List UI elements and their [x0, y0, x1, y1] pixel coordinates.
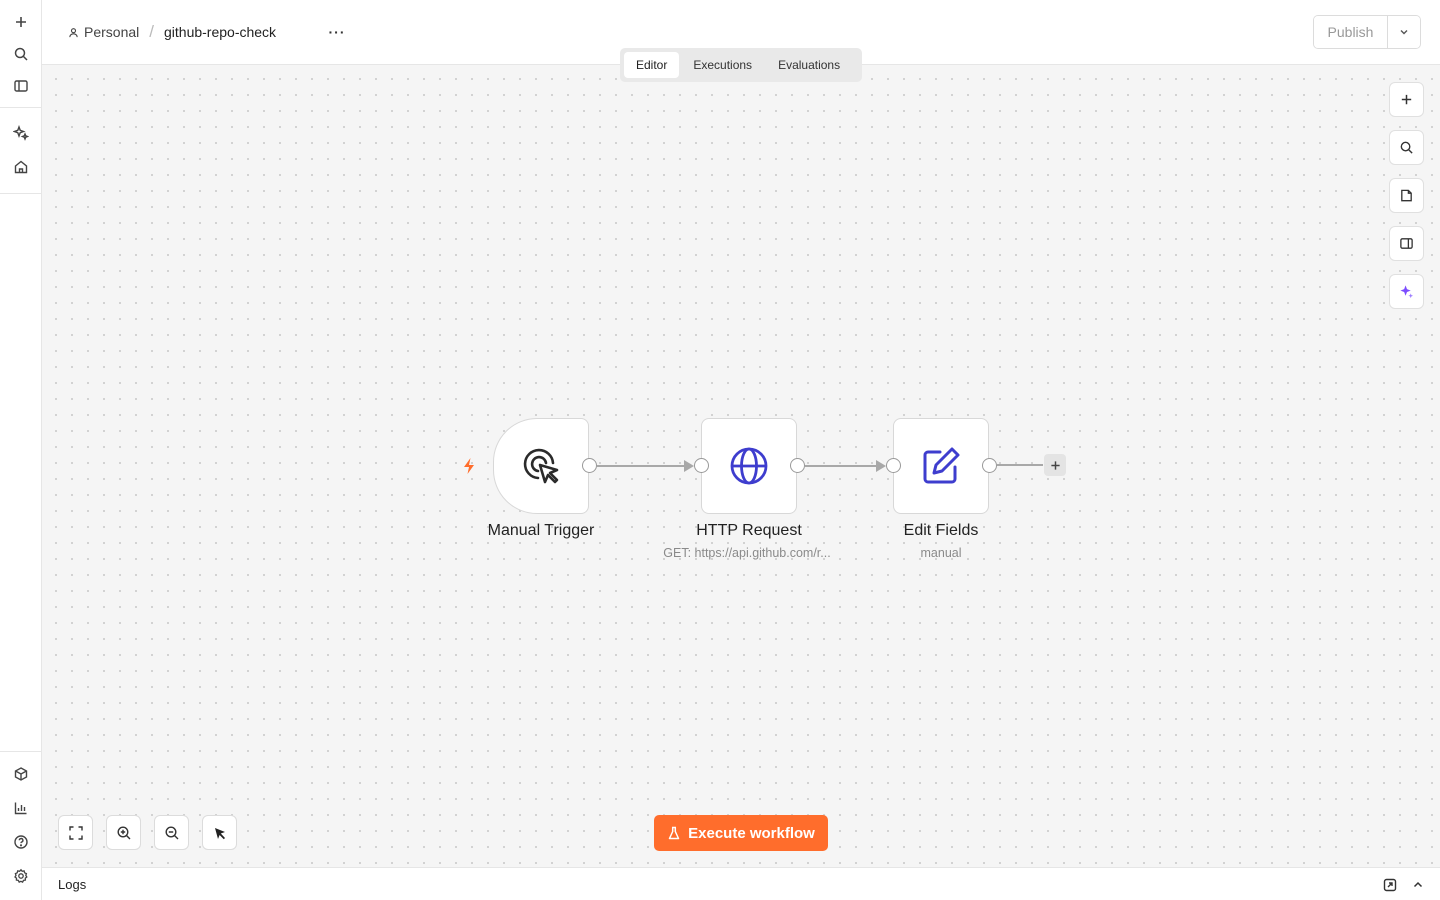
publish-dropdown-button[interactable] — [1388, 16, 1420, 48]
node-subtitle: manual — [920, 546, 962, 560]
panel-icon[interactable] — [9, 74, 33, 98]
pop-out-icon[interactable] — [1381, 876, 1399, 894]
search-nodes-button[interactable] — [1389, 130, 1424, 165]
pointer-mode-button[interactable] — [202, 815, 237, 850]
breadcrumb-project-label: Personal — [84, 24, 140, 40]
publish-button[interactable]: Publish — [1314, 16, 1388, 48]
plus-icon — [1401, 94, 1412, 105]
view-tabs: Editor Executions Evaluations — [620, 48, 862, 82]
ai-assistant-button[interactable] — [1389, 274, 1424, 309]
cursor-click-icon — [523, 448, 559, 484]
tab-executions[interactable]: Executions — [681, 52, 764, 78]
plus-icon — [1050, 460, 1060, 470]
home-icon[interactable] — [9, 155, 33, 179]
settings-icon[interactable] — [9, 864, 33, 888]
input-handle[interactable] — [886, 458, 901, 473]
node-subtitle: GET: https://api.github.com/r... — [663, 546, 831, 560]
output-handle[interactable] — [790, 458, 805, 473]
output-handle[interactable] — [582, 458, 597, 473]
breadcrumb-project[interactable]: Personal — [68, 24, 139, 40]
plus-icon[interactable] — [9, 10, 33, 34]
sidebar-divider — [0, 193, 41, 194]
breadcrumb: Personal / github-repo-check — [68, 22, 276, 42]
pointer-icon — [214, 827, 225, 839]
cube-icon[interactable] — [9, 762, 33, 786]
chevron-up-icon[interactable] — [1409, 876, 1427, 894]
zoom-in-button[interactable] — [106, 815, 141, 850]
node-manual-trigger[interactable] — [493, 418, 589, 514]
zoom-out-button[interactable] — [154, 815, 189, 850]
input-handle[interactable] — [694, 458, 709, 473]
node-label: Edit Fields — [903, 522, 979, 539]
sparkle-icon[interactable] — [9, 121, 33, 145]
execute-workflow-button[interactable]: Execute workflow — [654, 815, 828, 851]
node-http-request[interactable] — [701, 418, 797, 514]
user-icon — [69, 27, 78, 37]
node-label: HTTP Request — [696, 522, 802, 539]
ai-sparkle-icon — [1400, 285, 1414, 299]
breadcrumb-separator: / — [149, 22, 154, 41]
execute-workflow-label: Execute workflow — [688, 824, 815, 842]
chart-icon[interactable] — [9, 796, 33, 820]
panel-right-icon — [1400, 238, 1413, 249]
fit-view-button[interactable] — [58, 815, 93, 850]
tab-evaluations[interactable]: Evaluations — [766, 52, 852, 78]
sidebar-divider — [0, 107, 41, 108]
search-icon — [1400, 141, 1413, 154]
node-label: Manual Trigger — [487, 522, 595, 539]
output-handle[interactable] — [982, 458, 997, 473]
add-next-node-button[interactable] — [1044, 454, 1066, 476]
sidebar-divider — [0, 751, 41, 752]
add-node-button[interactable] — [1389, 82, 1424, 117]
chevron-down-icon — [1400, 30, 1408, 35]
tab-editor[interactable]: Editor — [624, 52, 680, 78]
logs-panel-bar[interactable]: Logs — [42, 867, 1440, 900]
sticky-note-icon — [1401, 189, 1412, 202]
logs-title[interactable]: Logs — [58, 877, 86, 892]
left-sidebar — [0, 0, 42, 900]
fit-view-icon — [68, 825, 83, 840]
more-options-button[interactable]: ··· — [325, 20, 349, 44]
edit-icon — [923, 447, 960, 484]
publish-group: Publish — [1313, 15, 1421, 49]
globe-icon — [730, 447, 768, 485]
toggle-panel-button[interactable] — [1389, 226, 1424, 261]
flask-icon — [668, 826, 680, 840]
workflow-name[interactable]: github-repo-check — [164, 24, 276, 40]
node-edit-fields[interactable] — [893, 418, 989, 514]
trigger-bolt-icon — [464, 458, 474, 474]
search-icon[interactable] — [9, 42, 33, 66]
add-sticky-note-button[interactable] — [1389, 178, 1424, 213]
help-icon[interactable] — [9, 830, 33, 854]
zoom-in-icon — [116, 825, 130, 839]
zoom-out-icon — [164, 825, 178, 839]
